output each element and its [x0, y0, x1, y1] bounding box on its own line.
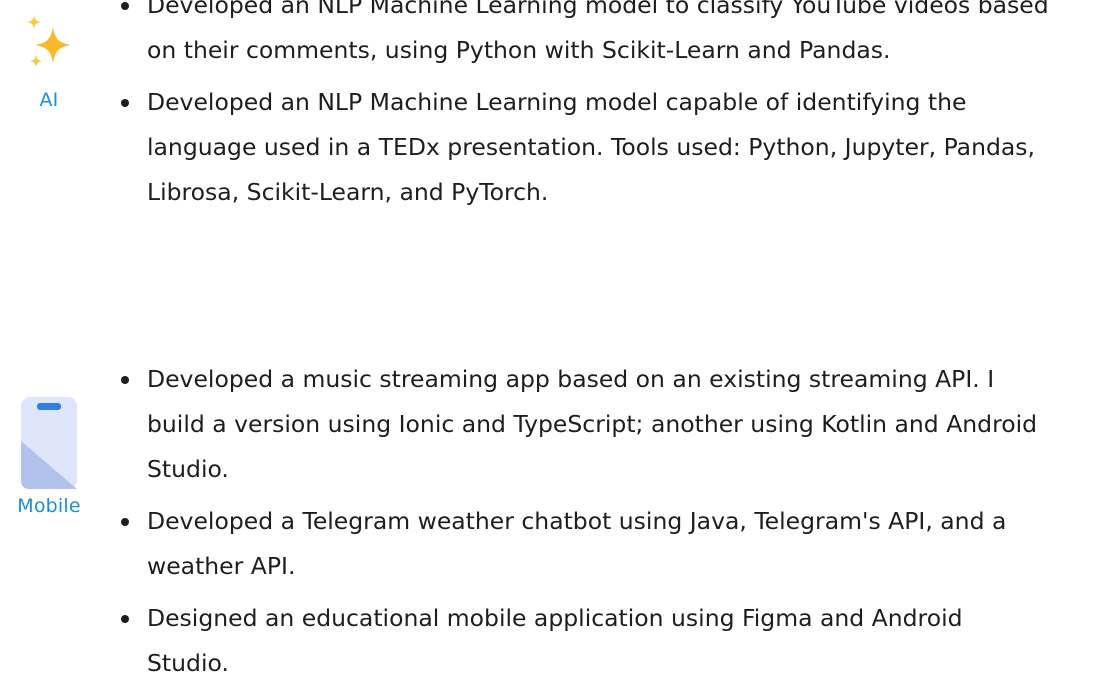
list-item: Developed a Telegram weather chatbot usi…	[118, 499, 1048, 589]
sparkles-icon	[27, 15, 71, 67]
ai-category: AI	[0, 9, 98, 111]
mobile-category: Mobile	[0, 397, 98, 517]
category-label-ai: AI	[39, 89, 59, 111]
category-label-mobile: Mobile	[17, 495, 81, 517]
mobile-bullet-list: Developed a music streaming app based on…	[118, 357, 1048, 683]
ai-bullet-list: Developed an NLP Machine Learning model …	[118, 0, 1058, 222]
list-item: Developed an NLP Machine Learning model …	[118, 0, 1058, 73]
list-item: Designed an educational mobile applicati…	[118, 596, 1048, 683]
list-item: Developed an NLP Machine Learning model …	[118, 80, 1058, 215]
mobile-phone-icon	[21, 397, 77, 489]
list-item: Developed a music streaming app based on…	[118, 357, 1048, 492]
